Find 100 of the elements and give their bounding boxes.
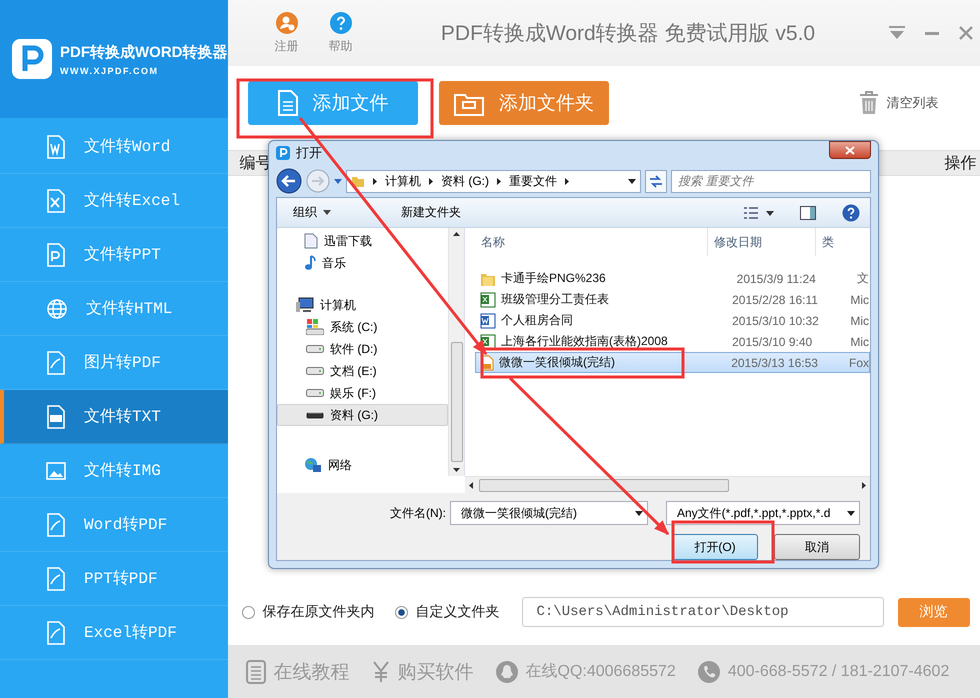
- scroll-left-icon[interactable]: [469, 482, 473, 488]
- document-icon: [46, 350, 66, 374]
- file-row[interactable]: 个人租房合同 2015/3/10 10:32 Mic: [475, 310, 870, 331]
- close-button[interactable]: [829, 141, 871, 160]
- help-icon[interactable]: [842, 204, 860, 222]
- file-type: 文: [857, 270, 869, 287]
- column-header: 操作: [944, 154, 976, 174]
- caret-icon: [323, 210, 331, 215]
- file-row[interactable]: 卡通手绘PNG%236 2015/3/9 11:24 文: [475, 268, 870, 289]
- new-folder-button[interactable]: 新建文件夹: [401, 204, 461, 221]
- radio-button[interactable]: [242, 606, 254, 618]
- folder-icon: [351, 174, 365, 188]
- network-icon: [304, 457, 322, 473]
- phone-icon: [698, 660, 720, 682]
- scroll-down-icon[interactable]: [453, 468, 460, 472]
- close-icon: [845, 146, 855, 155]
- cancel-button[interactable]: 取消: [774, 534, 860, 560]
- logo-url: WWW.XJPDF.COM: [60, 66, 160, 76]
- nav-item[interactable]: 网络: [277, 454, 448, 476]
- document-icon: [246, 660, 266, 684]
- dialog-title: 打开: [296, 144, 322, 162]
- column-header[interactable]: 名称: [465, 228, 708, 256]
- breadcrumb-item[interactable]: 资料 (G:): [441, 172, 489, 190]
- drive-icon: [306, 367, 324, 375]
- document-icon: [276, 89, 298, 117]
- nav-item[interactable]: 文档 (E:): [277, 360, 448, 382]
- dropdown-icon[interactable]: [888, 26, 904, 40]
- document-icon: [46, 512, 66, 536]
- back-icon[interactable]: [276, 168, 302, 194]
- file-name: 上海各行业能效指南(表格)2008: [501, 333, 668, 350]
- search-field[interactable]: 搜索 重要文件: [671, 170, 871, 193]
- file-date: 2015/2/28 16:11: [732, 292, 819, 306]
- chevron-icon: [497, 178, 501, 185]
- breadcrumb-item[interactable]: 重要文件: [509, 172, 557, 190]
- trash-icon: [858, 91, 878, 115]
- document-icon: [46, 134, 66, 158]
- scroll-up-icon[interactable]: [453, 232, 460, 236]
- file-name: 班级管理分工责任表: [501, 291, 609, 308]
- logo-title: PDF转换成WORD转换器: [60, 42, 228, 62]
- refresh-icon[interactable]: [645, 170, 667, 193]
- file-date: 2015/3/9 11:24: [736, 272, 817, 286]
- globe-icon: [46, 298, 68, 320]
- file-row[interactable]: 班级管理分工责任表 2015/2/28 16:11 Mic: [475, 289, 870, 310]
- open-button[interactable]: 打开(O): [672, 534, 758, 560]
- minimize-icon[interactable]: [924, 32, 938, 34]
- chevron-icon: [429, 178, 433, 185]
- sidebar-item[interactable]: 文件转TXT: [0, 390, 228, 444]
- file-name: 个人租房合同: [501, 312, 573, 329]
- music-note-icon: [304, 255, 316, 271]
- preview-pane-icon[interactable]: [800, 206, 816, 220]
- logo-icon: [12, 39, 52, 79]
- radio-label: 自定义文件夹: [416, 603, 500, 621]
- clear-list-button[interactable]: 清空列表: [852, 90, 944, 116]
- breadcrumb-item[interactable]: 计算机: [385, 172, 421, 190]
- nav-item[interactable]: 系统 (C:): [277, 316, 448, 338]
- file-type: Mic: [850, 334, 869, 348]
- nav-item[interactable]: 计算机: [277, 294, 448, 316]
- nav-item[interactable]: 娱乐 (F:): [277, 382, 448, 404]
- file-type-dropdown[interactable]: Any文件(*.pdf,*.ppt,*.pptx,*.d: [666, 501, 860, 525]
- drive-icon: [306, 411, 324, 419]
- column-header[interactable]: 类: [816, 228, 870, 256]
- nav-item[interactable]: 软件 (D:): [277, 338, 448, 360]
- close-icon[interactable]: [958, 26, 972, 40]
- document-icon: [304, 233, 318, 249]
- spreadsheet-icon: [480, 292, 496, 308]
- nav-item[interactable]: 迅雷下载: [277, 230, 448, 252]
- file-name: 卡通手绘PNG%236: [501, 270, 606, 287]
- filename-field[interactable]: 微微一笑很倾城(完结): [450, 501, 648, 525]
- nav-item[interactable]: 音乐: [277, 252, 448, 274]
- scroll-right-icon[interactable]: [862, 482, 866, 488]
- chevron-icon: [373, 178, 377, 185]
- app-icon: [276, 146, 290, 160]
- path-field[interactable]: C:\Users\Administrator\Desktop: [522, 597, 884, 627]
- file-name: 微微一笑很倾城(完结): [499, 354, 615, 371]
- window-title: PDF转换成Word转换器 免费试用版 v5.0: [440, 21, 816, 47]
- file-date: 2015/3/13 16:53: [731, 356, 819, 370]
- scrollbar-thumb[interactable]: [479, 478, 729, 492]
- document-icon: [46, 566, 66, 590]
- radio-button[interactable]: [394, 606, 408, 618]
- nav-item[interactable]: 资料 (G:): [277, 404, 448, 426]
- file-type: Fox: [848, 356, 869, 370]
- document-icon: [46, 620, 66, 644]
- caret-icon: [635, 510, 643, 516]
- file-row[interactable]: 微微一笑很倾城(完结) 2015/3/13 16:53 Fox: [475, 352, 870, 373]
- document-icon: [46, 188, 66, 212]
- column-header[interactable]: 修改日期: [708, 228, 816, 256]
- view-list-icon[interactable]: [744, 206, 774, 218]
- radio-label: 保存在原文件夹内: [262, 603, 374, 621]
- file-row[interactable]: 上海各行业能效指南(表格)2008 2015/3/10 9:40 Mic: [475, 331, 870, 352]
- document-icon: [46, 242, 66, 266]
- file-type: Mic: [850, 314, 869, 328]
- organize-menu[interactable]: 组织: [293, 204, 331, 221]
- caret-icon: [334, 178, 342, 184]
- caret-icon: [628, 178, 636, 184]
- image-icon: [46, 460, 66, 480]
- document-icon: [46, 404, 66, 428]
- address-bar[interactable]: 计算机 资料 (G:) 重要文件: [346, 170, 641, 193]
- filename-label: 文件名(N):: [390, 504, 446, 522]
- scrollbar-thumb[interactable]: [450, 342, 462, 462]
- drive-icon: [306, 389, 324, 397]
